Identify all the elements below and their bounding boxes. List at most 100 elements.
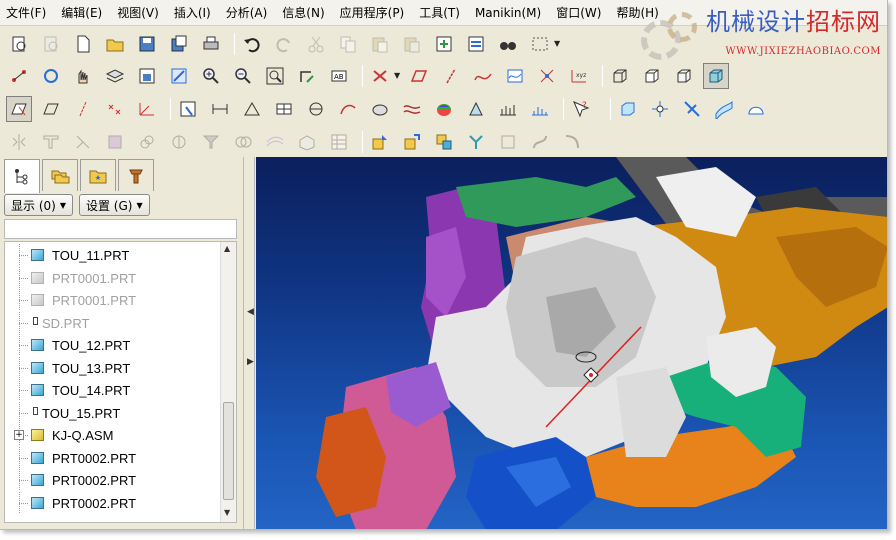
measure-angle-icon[interactable] [239,96,265,122]
reorient-icon[interactable] [294,63,320,89]
solidify-icon[interactable] [294,129,320,155]
menu-window[interactable]: 窗口(W) [556,4,601,21]
cut-icon[interactable] [303,31,329,57]
connection-icon[interactable] [463,129,489,155]
dihedral-icon[interactable] [495,96,521,122]
tree-item[interactable]: PRT0002.PRT [5,469,219,491]
save-icon[interactable] [134,31,160,57]
shaded-curvature-icon[interactable] [367,96,393,122]
wireframe-icon[interactable] [607,63,633,89]
csys-display-icon[interactable] [134,96,160,122]
tree-item[interactable]: PRT0002.PRT [5,491,219,514]
panel-splitter[interactable]: ◀ ▶ [243,157,255,529]
print-icon[interactable] [198,31,224,57]
trim-icon[interactable] [38,129,64,155]
boundary-blend-icon[interactable] [743,96,769,122]
scroll-down-icon[interactable]: ▼ [224,508,230,517]
axis-display-icon[interactable] [70,96,96,122]
tree-filter-field[interactable] [4,219,237,239]
sketch-curve-icon[interactable] [502,63,528,89]
mirror-icon[interactable] [6,129,32,155]
table-icon[interactable] [326,129,352,155]
zoom-fit-icon[interactable] [262,63,288,89]
plane-icon[interactable] [406,63,432,89]
measure-area-icon[interactable] [271,96,297,122]
collapse-right-icon[interactable]: ▶ [247,357,254,367]
redo-icon[interactable] [271,31,297,57]
reflection-icon[interactable] [399,96,425,122]
open-session-icon[interactable] [6,31,32,57]
measure-diameter-icon[interactable] [303,96,329,122]
revolve-icon[interactable] [166,129,192,155]
annotation-display-icon[interactable]: AB [326,63,352,89]
merge-icon[interactable] [198,129,224,155]
package-component-icon[interactable] [431,129,457,155]
plane-display-icon[interactable] [38,96,64,122]
refit-icon[interactable] [166,63,192,89]
undo-icon[interactable] [239,31,265,57]
tree-scrollbar[interactable]: ▲ ▼ [220,242,236,522]
measure-distance-icon[interactable] [207,96,233,122]
select-dropdown-icon[interactable]: ▼ [554,39,560,48]
offset-icon[interactable] [134,129,160,155]
open-folder-icon[interactable] [102,31,128,57]
select-filter-icon[interactable] [175,96,201,122]
menu-analysis[interactable]: 分析(A) [226,4,268,21]
datum-planes-icon[interactable] [367,63,393,89]
curve-icon[interactable] [470,63,496,89]
normal-view-icon[interactable] [615,96,641,122]
tree-item[interactable]: TOU_11.PRT [5,244,219,266]
assembly-3d-model[interactable] [256,157,888,530]
regen-manager-icon[interactable] [463,31,489,57]
axis-icon[interactable] [438,63,464,89]
menu-view[interactable]: 视图(V) [117,4,159,21]
tree-item[interactable]: PRT0001.PRT [5,266,219,289]
paste-icon[interactable] [367,31,393,57]
datum-point-icon[interactable] [534,63,560,89]
paste-special-icon[interactable] [399,31,425,57]
spin-center-icon[interactable] [38,63,64,89]
scroll-up-icon[interactable]: ▲ [224,244,230,253]
show-dropdown-button[interactable]: 显示 (0) ▼ [4,194,73,216]
tree-item[interactable]: TOU_14.PRT [5,379,219,401]
create-component-icon[interactable] [399,129,425,155]
layers-icon[interactable] [102,63,128,89]
assemble-component-icon[interactable] [367,129,393,155]
no-hidden-icon[interactable] [671,63,697,89]
coordinate-system-icon[interactable]: xyz [566,63,592,89]
tree-item[interactable]: PRT0001.PRT [5,289,219,311]
context-help-icon[interactable]: ? [568,96,594,122]
flexible-icon[interactable] [495,129,521,155]
search-binoculars-icon[interactable] [495,31,521,57]
tree-item[interactable]: TOU_12.PRT [5,334,219,356]
menu-file[interactable]: 文件(F) [6,4,46,21]
zoom-in-icon[interactable] [198,63,224,89]
pattern-icon[interactable] [102,129,128,155]
menu-tools[interactable]: 工具(T) [419,4,460,21]
curvature-icon[interactable] [335,96,361,122]
save-copy-icon[interactable] [166,31,192,57]
copy-icon[interactable] [335,31,361,57]
regenerate-icon[interactable] [431,31,457,57]
graphics-viewport[interactable] [256,157,888,530]
menu-applications[interactable]: 应用程序(P) [340,4,405,21]
datum-dropdown-icon[interactable]: ▼ [394,71,400,80]
draft-analysis-icon[interactable] [431,96,457,122]
tree-item[interactable]: PRT0002.PRT [5,446,219,469]
explode-view-icon[interactable] [647,96,673,122]
tab-favorites[interactable] [80,159,116,191]
extend-icon[interactable] [70,129,96,155]
datum-display-icon[interactable] [6,63,32,89]
zoom-out-icon[interactable] [230,63,256,89]
filter-datum-icon[interactable] [6,95,32,122]
tree-item[interactable]: TOU_15.PRT [5,401,219,424]
settings-dropdown-button[interactable]: 设置 (G) ▼ [78,194,150,216]
point-display-icon[interactable] [102,96,128,122]
menu-edit[interactable]: 编辑(E) [61,4,102,21]
collapse-left-icon[interactable]: ◀ [247,307,254,317]
tree-item[interactable]: SD.PRT [5,311,219,334]
expand-icon[interactable]: + [14,430,24,440]
scrollbar-thumb[interactable] [223,402,234,500]
select-box-icon[interactable] [527,31,553,57]
tab-model-tree[interactable] [4,159,40,193]
